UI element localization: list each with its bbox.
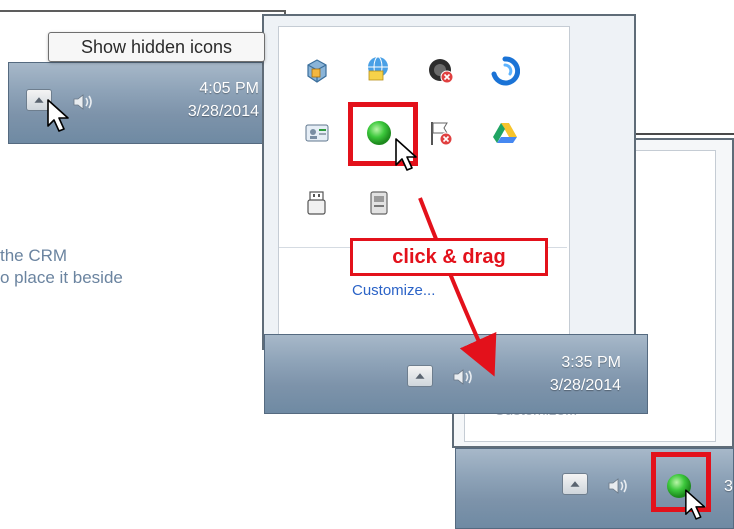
taskbar-top-date: 3/28/2014 bbox=[187, 103, 259, 120]
blue-swirl-icon[interactable] bbox=[490, 56, 520, 86]
flag-error-icon[interactable] bbox=[426, 118, 456, 148]
taskbar-top-time: 4:05 PM bbox=[199, 80, 259, 97]
volume-icon-top[interactable] bbox=[71, 91, 97, 113]
vmware-icon[interactable] bbox=[302, 56, 332, 86]
chevron-up-icon bbox=[570, 481, 580, 487]
back-panel-top-border bbox=[620, 133, 734, 135]
instruction-line-2: o place it beside bbox=[0, 268, 123, 287]
screenshot-canvas: Customize... bbox=[0, 0, 734, 529]
id-card-icon[interactable] bbox=[302, 118, 332, 148]
taskbar-middle-time: 3:35 PM bbox=[561, 354, 621, 371]
taskbar-middle-clock: 3:35 PM 3/28/2014 bbox=[515, 351, 621, 397]
taskbar-middle-date: 3/28/2014 bbox=[549, 377, 621, 394]
removable-drive-icon[interactable] bbox=[364, 188, 394, 218]
network-drive-icon[interactable] bbox=[363, 54, 393, 84]
window-edge-top bbox=[0, 10, 286, 12]
mouse-cursor-icon bbox=[47, 99, 69, 132]
stop-media-icon[interactable] bbox=[426, 56, 456, 86]
show-hidden-icons-button-bottom[interactable] bbox=[562, 473, 588, 495]
instruction-line-1: the CRM bbox=[0, 246, 68, 265]
click-and-drag-callout: click & drag bbox=[350, 238, 548, 276]
taskbar-top-clock: 4:05 PM 3/28/2014 bbox=[159, 77, 259, 123]
taskbar-bottom-clock-partial: 3 bbox=[724, 478, 733, 495]
drag-arrow-icon bbox=[418, 197, 497, 377]
mouse-cursor-icon bbox=[685, 489, 706, 520]
mouse-cursor-icon bbox=[395, 138, 417, 171]
show-hidden-icons-tooltip: Show hidden icons bbox=[48, 32, 265, 62]
volume-icon-bottom[interactable] bbox=[606, 475, 632, 497]
usb-device-icon[interactable] bbox=[302, 188, 332, 218]
google-drive-icon[interactable] bbox=[490, 118, 520, 148]
